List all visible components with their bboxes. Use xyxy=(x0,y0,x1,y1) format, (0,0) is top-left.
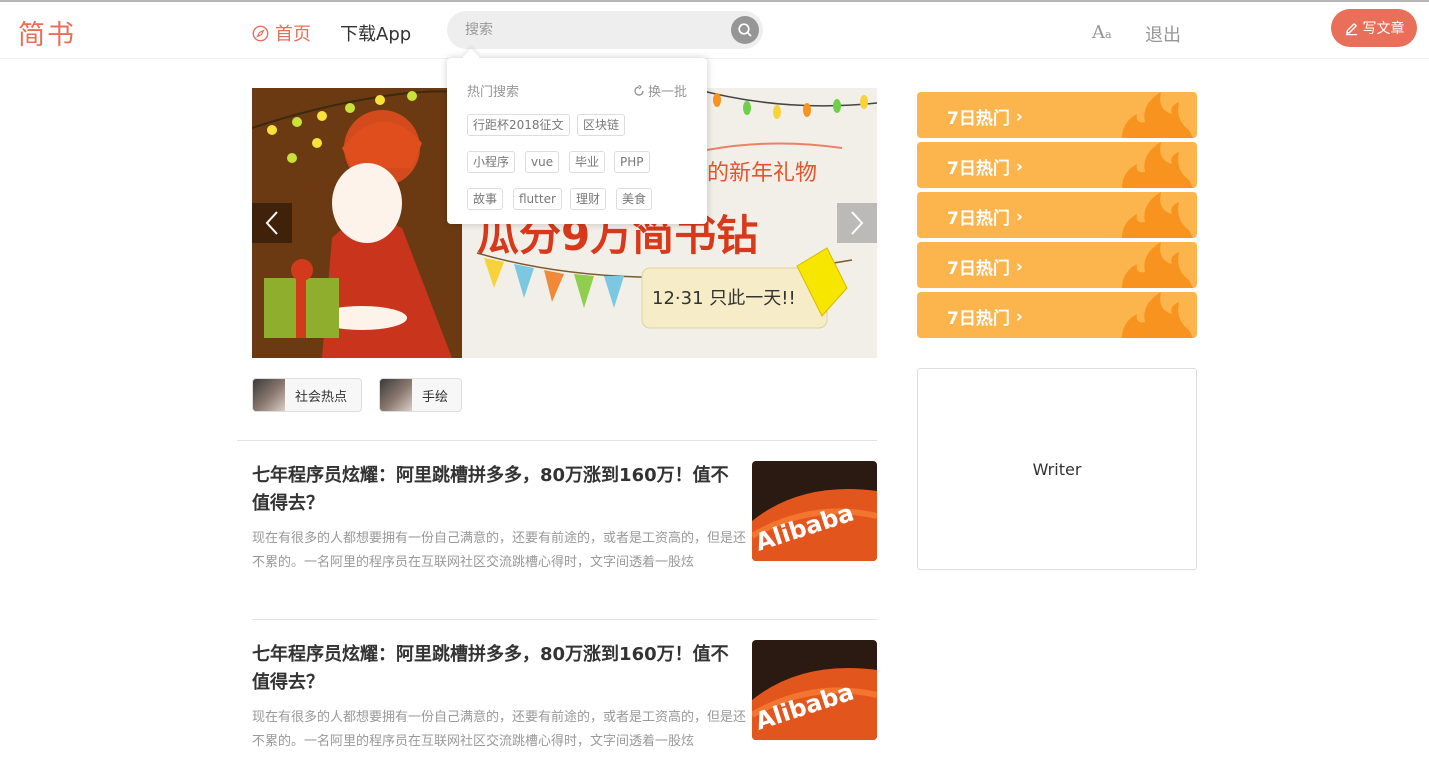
topic-thumbnail xyxy=(253,379,285,411)
hot-board[interactable]: 7日热门 › xyxy=(917,142,1197,188)
nav-home[interactable]: 首页 xyxy=(252,20,311,46)
hot-board-label: 7日热门 xyxy=(947,159,1010,179)
banner-headline: 的新年礼物 xyxy=(707,161,817,186)
compass-icon xyxy=(252,25,269,41)
search-icon xyxy=(738,23,752,37)
hot-tag[interactable]: 小程序 xyxy=(467,151,516,173)
pen-icon xyxy=(1345,22,1357,35)
hot-board[interactable]: 7日热门 › xyxy=(917,92,1197,138)
hot-tag[interactable]: 理财 xyxy=(570,188,607,210)
flame-icon xyxy=(1122,192,1193,238)
carousel-prev-button[interactable] xyxy=(252,203,292,243)
chevron-right-icon xyxy=(851,211,864,235)
hot-tag[interactable]: vue xyxy=(525,151,560,173)
refresh-icon xyxy=(634,84,644,96)
carousel-next-button[interactable] xyxy=(837,203,877,243)
navbar: 简书 首页 下载App Aa 退出 写文章 xyxy=(0,2,1429,59)
writer-label: Writer xyxy=(1032,459,1082,479)
topic-thumbnail xyxy=(380,379,412,411)
chevron-right-icon: › xyxy=(1015,156,1023,177)
nav-download-app[interactable]: 下载App xyxy=(340,20,411,46)
article-thumbnail[interactable]: Alibaba xyxy=(752,640,877,740)
logout-link[interactable]: 退出 xyxy=(1145,21,1181,47)
font-icon-big: A xyxy=(1092,22,1105,43)
divider xyxy=(237,440,877,441)
chevron-right-icon: › xyxy=(1015,106,1023,127)
chevron-right-icon: › xyxy=(1015,306,1023,327)
hot-board[interactable]: 7日热门 › xyxy=(917,292,1197,338)
search-button[interactable] xyxy=(731,16,759,44)
hot-search-title: 热门搜索 xyxy=(467,85,520,100)
article-thumbnail[interactable]: Alibaba xyxy=(752,461,877,561)
divider xyxy=(252,619,877,620)
hot-tag[interactable]: 毕业 xyxy=(569,151,606,173)
hot-search-dropdown: 热门搜索 换一批 行距杯2018征文 区块链 小程序 vue 毕业 PHP 故事… xyxy=(447,58,707,224)
hot-board-label: 7日热门 xyxy=(947,309,1010,329)
chevron-left-icon xyxy=(265,211,278,235)
hot-tag[interactable]: 故事 xyxy=(467,188,504,210)
flame-icon xyxy=(1122,92,1193,138)
article-abstract: 现在有很多的人都想要拥有一份自己满意的，还要有前途的，或者是工资高的，但是还不累… xyxy=(252,531,747,570)
hot-tag[interactable]: 区块链 xyxy=(577,114,626,136)
topic-label: 手绘 xyxy=(422,389,449,405)
hot-tag[interactable]: flutter xyxy=(513,188,562,210)
write-article-label: 写文章 xyxy=(1362,21,1405,37)
search-input[interactable] xyxy=(465,20,715,40)
chevron-right-icon: › xyxy=(1015,206,1023,227)
font-settings-icon[interactable]: Aa xyxy=(1092,22,1112,43)
topic-tag[interactable]: 社会热点 xyxy=(252,378,362,412)
topic-label: 社会热点 xyxy=(295,389,348,405)
hot-board-label: 7日热门 xyxy=(947,259,1010,279)
hot-board-label: 7日热门 xyxy=(947,109,1010,129)
search-box xyxy=(447,11,763,49)
refresh-label: 换一批 xyxy=(647,85,687,100)
article-title[interactable]: 七年程序员炫耀：阿里跳槽拼多多，80万涨到160万！值不值得去？ xyxy=(252,462,746,518)
hot-board-label: 7日热门 xyxy=(947,209,1010,229)
nav-home-label: 首页 xyxy=(275,24,311,45)
banner-date: 12·31 只此一天!! xyxy=(652,288,796,309)
article-abstract: 现在有很多的人都想要拥有一份自己满意的，还要有前途的，或者是工资高的，但是还不累… xyxy=(252,710,747,749)
hot-board[interactable]: 7日热门 › xyxy=(917,192,1197,238)
article-image: Alibaba xyxy=(752,461,877,561)
flame-icon xyxy=(1122,142,1193,188)
flame-icon xyxy=(1122,242,1193,288)
hot-tag[interactable]: 美食 xyxy=(616,188,653,210)
hot-tag[interactable]: 行距杯2018征文 xyxy=(467,114,570,136)
logo[interactable]: 简书 xyxy=(18,13,76,52)
article-image: Alibaba xyxy=(752,640,877,740)
topic-tag[interactable]: 手绘 xyxy=(379,378,462,412)
chevron-right-icon: › xyxy=(1015,256,1023,277)
hot-board[interactable]: 7日热门 › xyxy=(917,242,1197,288)
writer-panel: Writer xyxy=(917,368,1197,570)
font-icon-small: a xyxy=(1105,28,1112,41)
flame-icon xyxy=(1122,292,1193,338)
refresh-button[interactable]: 换一批 xyxy=(633,81,687,100)
hot-tag[interactable]: PHP xyxy=(614,151,650,173)
article-title[interactable]: 七年程序员炫耀：阿里跳槽拼多多，80万涨到160万！值不值得去？ xyxy=(252,641,746,697)
write-article-button[interactable]: 写文章 xyxy=(1331,9,1417,47)
